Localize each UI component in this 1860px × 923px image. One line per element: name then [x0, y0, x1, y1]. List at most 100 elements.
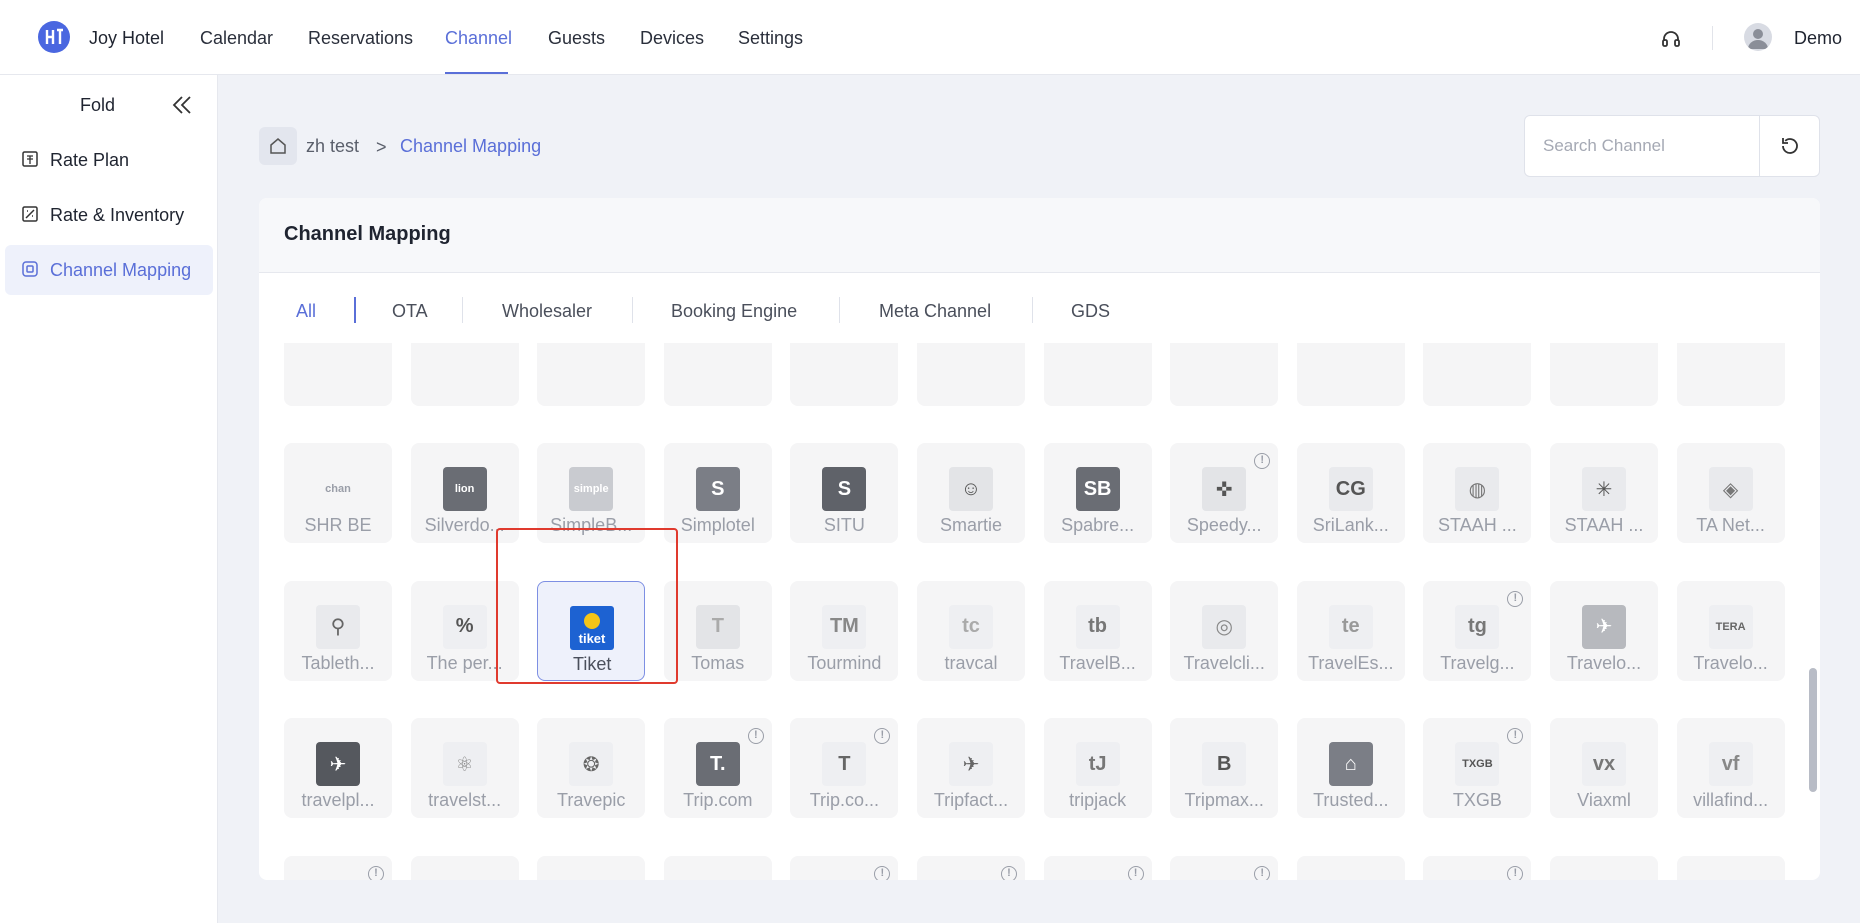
joy-hotel-logo-icon[interactable]	[38, 21, 70, 53]
breadcrumb-item-property[interactable]: zh test	[306, 136, 359, 157]
channel-card[interactable]: ✳ STAAH ...	[1550, 443, 1658, 544]
info-icon[interactable]: !	[1507, 865, 1524, 880]
channel-card[interactable]: Rehlat	[790, 343, 899, 406]
breadcrumb-home-button[interactable]	[259, 127, 297, 165]
collapse-sidebar-icon[interactable]	[170, 93, 194, 117]
sidebar-item-rate-inventory[interactable]: Rate & Inventory	[5, 190, 213, 240]
channel-card[interactable]: tb TravelB...	[1043, 580, 1152, 681]
channel-card[interactable]: ✈ Tripfact...	[917, 718, 1025, 819]
channel-card[interactable]: ⌂ Trusted...	[1296, 718, 1405, 819]
channel-card[interactable]: Plusgra...	[410, 343, 519, 406]
channel-name: Travelo...	[1566, 652, 1642, 673]
channel-card[interactable]: vf villafind...	[1676, 718, 1785, 819]
channel-card[interactable]: S SITU	[790, 443, 899, 544]
channel-card[interactable]: Rezolv	[1170, 343, 1279, 406]
channel-card[interactable]: vo...	[663, 855, 772, 880]
fold-label[interactable]: Fold	[80, 95, 115, 116]
channel-card[interactable]: ⚲ Tableth...	[284, 580, 392, 681]
sidebar-item-rate-plan[interactable]: Rate Plan	[5, 135, 213, 185]
nav-calendar[interactable]: Calendar	[200, 28, 273, 49]
channel-card[interactable]: Shiji Dis...	[1676, 343, 1785, 406]
channel-card[interactable]: ☺ Smartie	[917, 443, 1025, 544]
info-icon[interactable]: !	[1507, 590, 1524, 607]
tab-ota[interactable]: OTA	[392, 301, 428, 322]
hotel-name[interactable]: Joy Hotel	[89, 28, 164, 49]
channel-card[interactable]: tc travcal	[917, 580, 1025, 681]
channel-card[interactable]: Roibos	[1296, 343, 1405, 406]
channel-card[interactable]: chan SHR BE	[284, 443, 392, 544]
channel-card[interactable]: T Tomas	[663, 580, 772, 681]
channel-card[interactable]: B...!	[917, 855, 1025, 880]
info-icon[interactable]: !	[1254, 453, 1271, 470]
channel-card[interactable]: ❂ Travepic	[537, 718, 646, 819]
channel-card[interactable]: Prestigia	[537, 343, 646, 406]
channel-card[interactable]: T Trip.co...!	[790, 718, 899, 819]
user-name[interactable]: Demo	[1794, 28, 1842, 49]
channel-card[interactable]: CG SriLank...	[1296, 443, 1405, 544]
channel-logo-icon: ◎	[1202, 604, 1247, 649]
channel-card[interactable]: ●...	[410, 855, 519, 880]
info-icon[interactable]: !	[874, 865, 891, 880]
channel-card[interactable]: te TravelEs...	[1296, 580, 1405, 681]
tab-booking-engine[interactable]: Booking Engine	[671, 301, 797, 322]
channel-card[interactable]: d...!	[1043, 855, 1152, 880]
channel-card[interactable]: ▥...!	[790, 855, 899, 880]
tab-gds[interactable]: GDS	[1071, 301, 1110, 322]
channel-card[interactable]: ✜ Speedy...!	[1170, 443, 1279, 544]
channel-card[interactable]: Saffron...	[1423, 343, 1532, 406]
refresh-button[interactable]	[1761, 116, 1819, 176]
channel-card[interactable]: H...	[1296, 855, 1405, 880]
channel-card[interactable]: M...	[1676, 855, 1785, 880]
channel-card[interactable]: h...!	[1423, 855, 1532, 880]
tab-meta-channel[interactable]: Meta Channel	[879, 301, 991, 322]
channel-card[interactable]: B Tripmax...	[1170, 718, 1279, 819]
channel-card[interactable]: tJ tripjack	[1043, 718, 1152, 819]
nav-reservations[interactable]: Reservations	[308, 28, 413, 49]
nav-devices[interactable]: Devices	[640, 28, 704, 49]
info-icon[interactable]: !	[368, 865, 384, 880]
channel-card[interactable]: Rakuten	[663, 343, 772, 406]
info-icon[interactable]: !	[1127, 865, 1144, 880]
channel-card[interactable]: Secret ...	[1550, 343, 1658, 406]
channel-card[interactable]: ✈ travelpl...	[284, 718, 392, 819]
channel-card[interactable]: T. Trip.com!	[663, 718, 772, 819]
channel-card[interactable]: ◍ STAAH ...	[1423, 443, 1532, 544]
info-icon[interactable]: !	[1001, 865, 1017, 880]
channel-card[interactable]: pitchup....	[284, 343, 392, 406]
channel-card[interactable]: ⚛ travelst...	[410, 718, 519, 819]
scrollbar-thumb[interactable]	[1809, 668, 1817, 792]
channel-card[interactable]: renthia	[917, 343, 1025, 406]
channel-card[interactable]: SB Spabre...	[1043, 443, 1152, 544]
channel-card[interactable]: VV...!	[284, 855, 392, 880]
nav-channel[interactable]: Channel	[445, 28, 512, 49]
channel-card[interactable]: ~...	[537, 855, 646, 880]
channel-card[interactable]: tg Travelg...!	[1423, 580, 1532, 681]
channel-card[interactable]: vx Viaxml	[1550, 718, 1658, 819]
headset-support-icon[interactable]	[1660, 28, 1682, 50]
channel-card[interactable]: TXGB TXGB!	[1423, 718, 1532, 819]
tab-all[interactable]: All	[296, 301, 316, 322]
channel-card[interactable]: ⋰...	[1550, 855, 1658, 880]
user-avatar[interactable]	[1744, 23, 1772, 51]
channel-card[interactable]: S Simplotel	[663, 443, 772, 544]
info-icon[interactable]: !	[874, 728, 891, 745]
channel-card[interactable]: simple SimpleB...	[537, 443, 646, 544]
info-icon[interactable]: !	[747, 728, 764, 745]
info-icon[interactable]: !	[1507, 728, 1524, 745]
search-channel-input[interactable]	[1527, 118, 1761, 174]
channel-card[interactable]: ▣...!	[1170, 855, 1279, 880]
channel-card[interactable]: ✈ Travelo...	[1550, 580, 1658, 681]
sidebar-item-channel-mapping[interactable]: Channel Mapping	[5, 245, 213, 295]
channel-card[interactable]: TERA Travelo...	[1676, 580, 1785, 681]
tab-wholesaler[interactable]: Wholesaler	[502, 301, 592, 322]
channel-card[interactable]: tiket Tiket	[537, 580, 646, 681]
channel-card[interactable]: TM Tourmind	[790, 580, 899, 681]
nav-guests[interactable]: Guests	[548, 28, 605, 49]
channel-card[interactable]: ◈ TA Net...	[1676, 443, 1785, 544]
channel-card[interactable]: ◎ Travelcli...	[1170, 580, 1279, 681]
nav-settings[interactable]: Settings	[738, 28, 803, 49]
info-icon[interactable]: !	[1254, 865, 1271, 880]
channel-card[interactable]: lion Silverdo...	[410, 443, 519, 544]
channel-card[interactable]: Reserv...	[1043, 343, 1152, 406]
channel-card[interactable]: % The per...	[410, 580, 519, 681]
